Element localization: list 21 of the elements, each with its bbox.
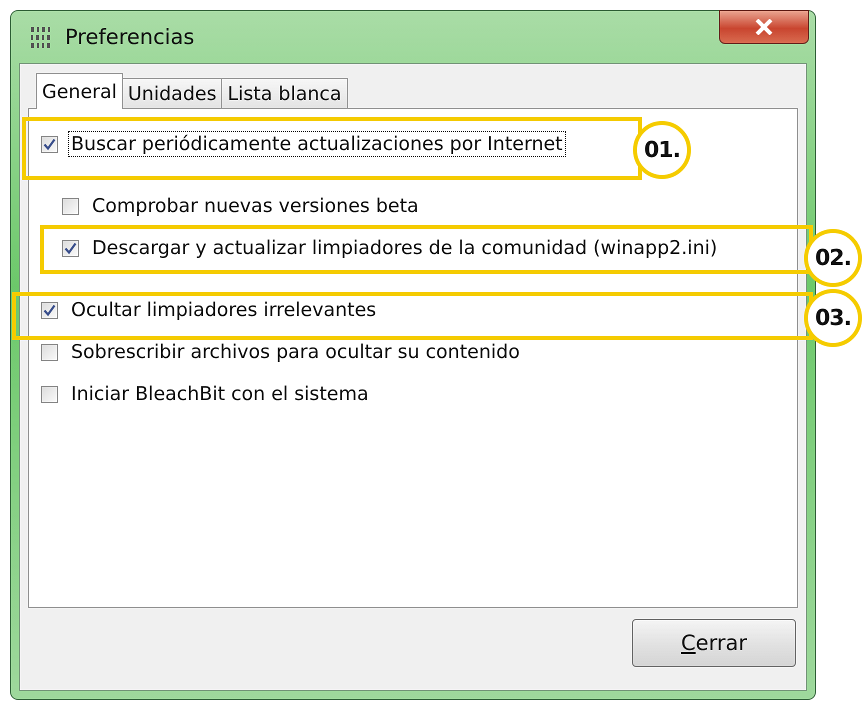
close-button[interactable] [719,10,809,44]
window-title: Preferencias [65,25,194,49]
checkbox[interactable] [62,198,79,214]
checkbox[interactable] [41,302,58,318]
close-dialog-button[interactable]: Cerrar [632,619,796,667]
option-label: Ocultar limpiadores irrelevantes [70,298,378,323]
option-label: Sobrescribir archivos para ocultar su contenido [70,340,521,365]
callout-number: 03. [804,289,862,347]
close-icon [755,19,773,35]
option-label: Buscar periódicamente actualizaciones por Internet [68,131,566,157]
option-label: Comprobar nuevas versiones beta [91,194,420,219]
tab[interactable]: Lista blanca [221,78,348,108]
checkbox[interactable] [41,136,58,152]
tab[interactable]: Unidades [122,78,222,108]
option-label: Iniciar BleachBit con el sistema [70,382,370,407]
callout-number: 02. [804,229,862,287]
tab[interactable]: General [36,73,123,109]
checkbox[interactable] [62,240,79,256]
option-label: Descargar y actualizar limpiadores de la comunidad (winapp2.ini) [91,236,718,261]
checkbox[interactable] [41,344,58,360]
checkbox[interactable] [41,386,58,402]
